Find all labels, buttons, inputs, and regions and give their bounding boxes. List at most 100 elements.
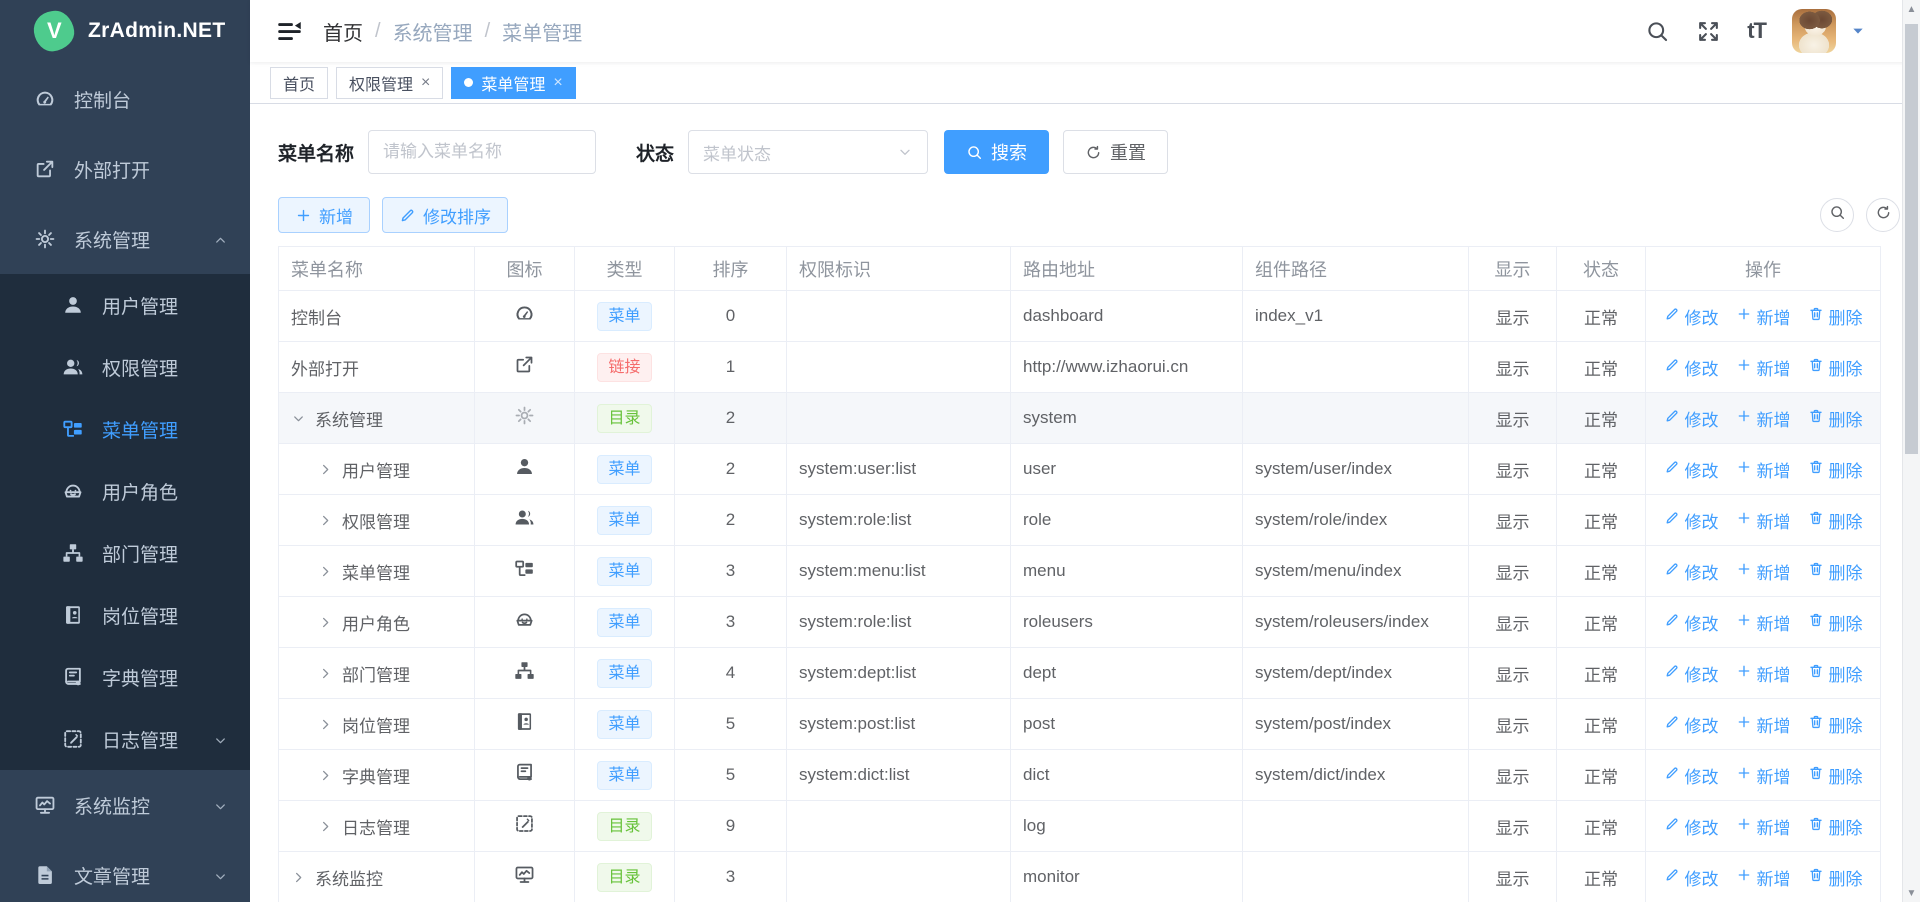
row-expand-icon[interactable]	[318, 666, 333, 681]
row-expand-icon[interactable]	[318, 615, 333, 630]
tab-close-icon[interactable]: ×	[553, 75, 562, 91]
header-search-icon[interactable]	[1645, 19, 1670, 44]
row-add-button[interactable]: 新增	[1736, 304, 1791, 329]
row-expand-icon[interactable]	[318, 513, 333, 528]
scroll-up-arrow-icon[interactable]: ▲	[1903, 0, 1920, 18]
tab-首页[interactable]: 首页	[270, 67, 328, 99]
row-delete-button[interactable]: 删除	[1808, 406, 1863, 431]
row-delete-button[interactable]: 删除	[1808, 559, 1863, 584]
type-tag: 目录	[597, 812, 651, 841]
order-cell: 2	[675, 393, 787, 444]
row-edit-button[interactable]: 修改	[1664, 355, 1719, 380]
scrollbar-thumb[interactable]	[1905, 24, 1918, 454]
row-add-button[interactable]: 新增	[1736, 712, 1791, 737]
user-avatar[interactable]	[1792, 9, 1836, 53]
sidebar-item-menu[interactable]: 菜单管理	[0, 398, 250, 460]
fullscreen-toggle-icon[interactable]	[1696, 19, 1721, 44]
sidebar-item-role[interactable]: 权限管理	[0, 336, 250, 398]
add-button[interactable]: 新增	[278, 197, 370, 233]
row-edit-button[interactable]: 修改	[1664, 712, 1719, 737]
row-edit-button[interactable]: 修改	[1664, 865, 1719, 890]
font-size-toggle-icon[interactable]: tT	[1747, 18, 1766, 44]
type-tag: 菜单	[597, 506, 651, 535]
chevron-down-icon	[897, 144, 913, 160]
table-row: 系统监控目录3monitor显示正常修改新增删除	[279, 852, 1881, 902]
row-add-button[interactable]: 新增	[1736, 559, 1791, 584]
row-expand-icon[interactable]	[318, 462, 333, 477]
sidebar-item-external[interactable]: 外部打开	[0, 134, 250, 204]
sidebar-item-dashboard[interactable]: 控制台	[0, 64, 250, 134]
row-delete-button[interactable]: 删除	[1808, 661, 1863, 686]
sidebar-item-system[interactable]: 系统管理	[0, 204, 250, 274]
row-add-button[interactable]: 新增	[1736, 865, 1791, 890]
sidebar-item-log[interactable]: 日志管理	[0, 708, 250, 770]
user-menu-caret-icon[interactable]	[1850, 23, 1866, 39]
row-edit-button[interactable]: 修改	[1664, 763, 1719, 788]
row-add-button[interactable]: 新增	[1736, 610, 1791, 635]
sidebar-item-user[interactable]: 用户管理	[0, 274, 250, 336]
menu-name-input[interactable]	[368, 130, 596, 174]
row-operations: 修改新增删除	[1658, 457, 1868, 482]
row-edit-button[interactable]: 修改	[1664, 508, 1719, 533]
row-edit-button[interactable]: 修改	[1664, 559, 1719, 584]
sidebar-item-post[interactable]: 岗位管理	[0, 584, 250, 646]
tab-close-icon[interactable]: ×	[421, 75, 430, 91]
users-icon	[62, 356, 84, 378]
sidebar-item-dict[interactable]: 字典管理	[0, 646, 250, 708]
row-expand-icon[interactable]	[318, 768, 333, 783]
table-refresh-button[interactable]	[1866, 198, 1900, 232]
vertical-scrollbar[interactable]: ▲ ▼	[1902, 0, 1920, 902]
component-cell: system/roleusers/index	[1243, 597, 1469, 648]
row-expand-icon[interactable]	[291, 411, 306, 426]
sidebar-item-article[interactable]: 文章管理	[0, 840, 250, 902]
sidebar-collapse-icon[interactable]	[276, 18, 303, 45]
tab-权限管理[interactable]: 权限管理×	[336, 67, 443, 99]
row-expand-icon[interactable]	[318, 819, 333, 834]
row-add-button[interactable]: 新增	[1736, 763, 1791, 788]
row-edit-button[interactable]: 修改	[1664, 661, 1719, 686]
row-delete-button[interactable]: 删除	[1808, 610, 1863, 635]
row-edit-button[interactable]: 修改	[1664, 406, 1719, 431]
row-expand-icon[interactable]	[318, 564, 333, 579]
table-tools	[1820, 198, 1900, 232]
row-add-button[interactable]: 新增	[1736, 355, 1791, 380]
tab-菜单管理[interactable]: 菜单管理×	[451, 67, 575, 99]
row-delete-button-label: 删除	[1829, 865, 1863, 890]
table-body: 控制台菜单0dashboardindex_v1显示正常修改新增删除外部打开链接1…	[279, 291, 1881, 902]
menu-name-cell: 系统管理	[291, 406, 462, 431]
edit-sort-button[interactable]: 修改排序	[382, 197, 508, 233]
row-edit-button[interactable]: 修改	[1664, 610, 1719, 635]
row-operations: 修改新增删除	[1658, 406, 1868, 431]
scroll-down-arrow-icon[interactable]: ▼	[1903, 884, 1920, 902]
navbar-actions: tT	[1645, 9, 1894, 53]
row-delete-button[interactable]: 删除	[1808, 814, 1863, 839]
row-delete-button[interactable]: 删除	[1808, 457, 1863, 482]
row-add-button[interactable]: 新增	[1736, 406, 1791, 431]
row-expand-icon[interactable]	[291, 870, 306, 885]
row-add-button[interactable]: 新增	[1736, 661, 1791, 686]
row-add-button[interactable]: 新增	[1736, 457, 1791, 482]
sidebar-item-label: 字典管理	[102, 664, 178, 691]
row-delete-button[interactable]: 删除	[1808, 712, 1863, 737]
row-delete-button[interactable]: 删除	[1808, 355, 1863, 380]
row-delete-button[interactable]: 删除	[1808, 508, 1863, 533]
table-search-button[interactable]	[1820, 198, 1854, 232]
row-add-button-label: 新增	[1757, 355, 1791, 380]
row-delete-button[interactable]: 删除	[1808, 304, 1863, 329]
reset-button[interactable]: 重置	[1063, 130, 1168, 174]
row-edit-button[interactable]: 修改	[1664, 457, 1719, 482]
row-edit-button[interactable]: 修改	[1664, 304, 1719, 329]
app-logo[interactable]: V ZrAdmin.NET	[0, 0, 250, 62]
row-delete-button[interactable]: 删除	[1808, 865, 1863, 890]
row-add-button[interactable]: 新增	[1736, 508, 1791, 533]
breadcrumb-home[interactable]: 首页	[323, 17, 363, 46]
menu-status-select[interactable]: 菜单状态	[688, 130, 928, 174]
row-delete-button[interactable]: 删除	[1808, 763, 1863, 788]
sidebar-item-dept[interactable]: 部门管理	[0, 522, 250, 584]
sidebar-item-roleusers[interactable]: 用户角色	[0, 460, 250, 522]
sidebar-item-monitor[interactable]: 系统监控	[0, 770, 250, 840]
row-expand-icon[interactable]	[318, 717, 333, 732]
search-button[interactable]: 搜索	[944, 130, 1049, 174]
row-edit-button[interactable]: 修改	[1664, 814, 1719, 839]
row-add-button[interactable]: 新增	[1736, 814, 1791, 839]
